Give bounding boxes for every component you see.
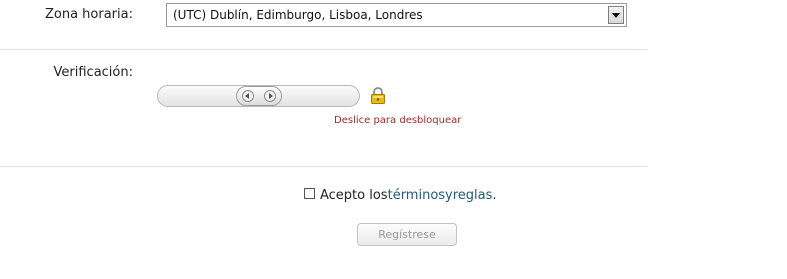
lock-icon xyxy=(371,87,385,104)
terms-prefix-text: Acepto los xyxy=(320,188,388,203)
terms-checkbox[interactable] xyxy=(304,188,315,199)
arrow-left-icon xyxy=(242,90,254,102)
verification-label: Verificación: xyxy=(53,65,133,80)
timezone-select[interactable]: (UTC) Dublín, Edimburgo, Lisboa, Londres xyxy=(166,3,627,27)
register-button[interactable]: Regístrese xyxy=(357,223,457,246)
unlock-hint-text: Deslice para desbloquear xyxy=(334,115,462,126)
unlock-slider-handle[interactable] xyxy=(236,86,282,106)
terms-agreement: Acepto los términos y reglas . xyxy=(304,188,497,203)
timezone-selected-value: (UTC) Dublín, Edimburgo, Lisboa, Londres xyxy=(173,8,423,22)
terms-link[interactable]: términos xyxy=(388,188,445,203)
terms-connector-text: y xyxy=(445,188,453,203)
dropdown-arrow-icon[interactable] xyxy=(608,6,624,24)
section-divider xyxy=(0,166,648,167)
rules-link[interactable]: reglas xyxy=(453,188,493,203)
arrow-right-icon xyxy=(264,90,276,102)
terms-suffix-text: . xyxy=(492,188,497,203)
timezone-label: Zona horaria: xyxy=(44,7,133,22)
registration-form: Zona horaria: (UTC) Dublín, Edimburgo, L… xyxy=(0,0,787,279)
section-divider xyxy=(0,49,648,50)
